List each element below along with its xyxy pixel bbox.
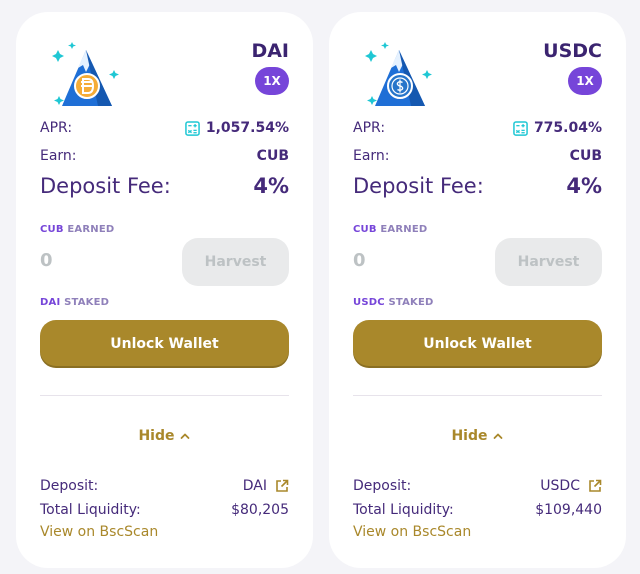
farm-card-dai: DAI 1X APR: 1,057.54% Earn: CUB Deposit … <box>16 12 313 568</box>
pair-name: DAI <box>251 40 289 62</box>
earned-suffix-label: EARNED <box>67 224 115 235</box>
deposit-fee-value: 4% <box>253 174 289 198</box>
multiplier-badge: 1X <box>255 67 289 95</box>
deposit-row: Deposit: USDC <box>353 476 602 496</box>
total-liquidity-label: Total Liquidity: <box>353 502 454 518</box>
unlock-wallet-button[interactable]: Unlock Wallet <box>353 320 602 368</box>
earn-row: Earn: CUB <box>40 146 289 166</box>
staked-section-label: USDC STAKED <box>353 297 434 308</box>
staked-token-label: USDC <box>353 297 385 308</box>
view-on-bscscan-link[interactable]: View on BscScan <box>353 524 471 540</box>
farm-card-usdc: USDC 1X APR: 775.04% Earn: CUB Deposit F… <box>329 12 626 568</box>
deposit-link[interactable]: DAI <box>243 478 289 494</box>
harvest-button[interactable]: Harvest <box>495 238 602 286</box>
calculator-icon[interactable] <box>513 120 528 136</box>
earned-value: 0 <box>353 250 366 271</box>
total-liquidity-row: Total Liquidity: $80,205 <box>40 500 289 520</box>
deposit-fee-label: Deposit Fee: <box>40 174 171 198</box>
deposit-label: Deposit: <box>353 478 412 494</box>
deposit-fee-row: Deposit Fee: 4% <box>40 170 289 202</box>
harvest-button[interactable]: Harvest <box>182 238 289 286</box>
apr-value-group: 1,057.54% <box>185 120 289 136</box>
usdc-farm-logo-icon <box>365 42 432 106</box>
apr-row: APR: 1,057.54% <box>40 118 289 138</box>
external-link-icon <box>589 479 602 492</box>
earned-section-label: CUB EARNED <box>40 224 114 235</box>
unlock-wallet-button[interactable]: Unlock Wallet <box>40 320 289 368</box>
deposit-link[interactable]: USDC <box>540 478 602 494</box>
view-on-bscscan-link[interactable]: View on BscScan <box>40 524 158 540</box>
staked-section-label: DAI STAKED <box>40 297 109 308</box>
hide-details-toggle[interactable]: Hide <box>16 428 313 444</box>
chevron-up-icon <box>180 433 189 439</box>
staked-token-label: DAI <box>40 297 61 308</box>
earned-token-label: CUB <box>353 224 377 235</box>
earned-value: 0 <box>40 250 53 271</box>
apr-value-group: 775.04% <box>513 120 602 136</box>
hide-details-toggle[interactable]: Hide <box>329 428 626 444</box>
hide-toggle-label: Hide <box>451 428 488 444</box>
total-liquidity-value: $80,205 <box>231 502 289 518</box>
apr-row: APR: 775.04% <box>353 118 602 138</box>
apr-value: 1,057.54% <box>205 120 289 136</box>
deposit-fee-row: Deposit Fee: 4% <box>353 170 602 202</box>
pair-name: USDC <box>543 40 602 62</box>
calculator-icon[interactable] <box>185 120 200 136</box>
divider <box>353 395 602 396</box>
chevron-up-icon <box>493 433 502 439</box>
total-liquidity-row: Total Liquidity: $109,440 <box>353 500 602 520</box>
deposit-fee-value: 4% <box>566 174 602 198</box>
dai-farm-logo-icon <box>52 42 119 106</box>
earn-label: Earn: <box>40 148 77 164</box>
apr-label: APR: <box>40 120 73 136</box>
divider <box>40 395 289 396</box>
earned-suffix-label: EARNED <box>380 224 428 235</box>
multiplier-badge: 1X <box>568 67 602 95</box>
hide-toggle-label: Hide <box>138 428 175 444</box>
deposit-fee-label: Deposit Fee: <box>353 174 484 198</box>
earn-row: Earn: CUB <box>353 146 602 166</box>
deposit-token: DAI <box>242 478 267 494</box>
total-liquidity-value: $109,440 <box>535 502 602 518</box>
staked-suffix-label: STAKED <box>388 297 434 308</box>
staked-suffix-label: STAKED <box>64 297 110 308</box>
earn-value: CUB <box>256 148 289 164</box>
deposit-token: USDC <box>540 478 580 494</box>
earn-label: Earn: <box>353 148 390 164</box>
deposit-label: Deposit: <box>40 478 99 494</box>
earned-section-label: CUB EARNED <box>353 224 427 235</box>
deposit-row: Deposit: DAI <box>40 476 289 496</box>
apr-value: 775.04% <box>533 120 602 136</box>
earned-token-label: CUB <box>40 224 64 235</box>
external-link-icon <box>276 479 289 492</box>
total-liquidity-label: Total Liquidity: <box>40 502 141 518</box>
earn-value: CUB <box>569 148 602 164</box>
apr-label: APR: <box>353 120 386 136</box>
